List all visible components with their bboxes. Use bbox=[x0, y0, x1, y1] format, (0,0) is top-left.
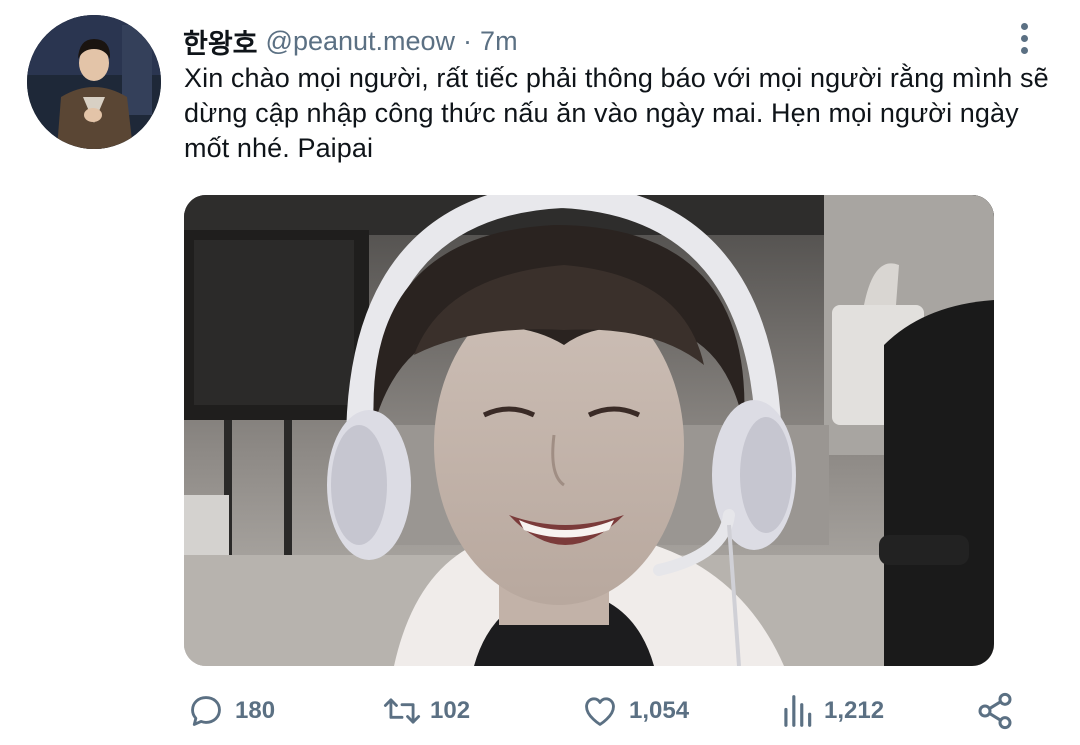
share-button[interactable] bbox=[975, 685, 1015, 737]
reply-button[interactable]: 180 bbox=[187, 685, 275, 737]
tweet-header: 한왕호 @peanut.meow · 7m bbox=[183, 22, 518, 61]
reply-count: 180 bbox=[235, 697, 276, 724]
more-vertical-icon bbox=[1020, 22, 1028, 30]
views-button[interactable]: 1,212 bbox=[780, 685, 884, 737]
tweet-text: Xin chào mọi người, rất tiếc phải thông … bbox=[184, 63, 1049, 163]
tweet-time[interactable]: 7m bbox=[480, 26, 518, 57]
share-icon bbox=[975, 691, 1015, 731]
retweet-button[interactable]: 102 bbox=[380, 685, 470, 737]
separator-dot: · bbox=[463, 25, 473, 56]
heart-icon bbox=[581, 692, 619, 730]
reply-icon bbox=[187, 692, 225, 730]
tweet-actions-bar: 180 102 1,054 1,212 bbox=[0, 685, 1080, 737]
views-icon bbox=[780, 692, 814, 730]
more-vertical-icon-dot bbox=[1020, 46, 1028, 54]
like-count: 1,054 bbox=[629, 697, 690, 724]
retweet-count: 102 bbox=[430, 697, 471, 724]
avatar[interactable] bbox=[27, 15, 161, 149]
like-button[interactable]: 1,054 bbox=[581, 685, 689, 737]
user-handle[interactable]: @peanut.meow bbox=[266, 26, 456, 57]
more-vertical-icon-dot bbox=[1020, 34, 1028, 42]
more-options-button[interactable] bbox=[1006, 18, 1042, 58]
display-name[interactable]: 한왕호 bbox=[183, 22, 258, 61]
tweet-media-image[interactable] bbox=[184, 195, 994, 666]
views-count: 1,212 bbox=[824, 697, 885, 724]
retweet-icon bbox=[380, 692, 424, 730]
